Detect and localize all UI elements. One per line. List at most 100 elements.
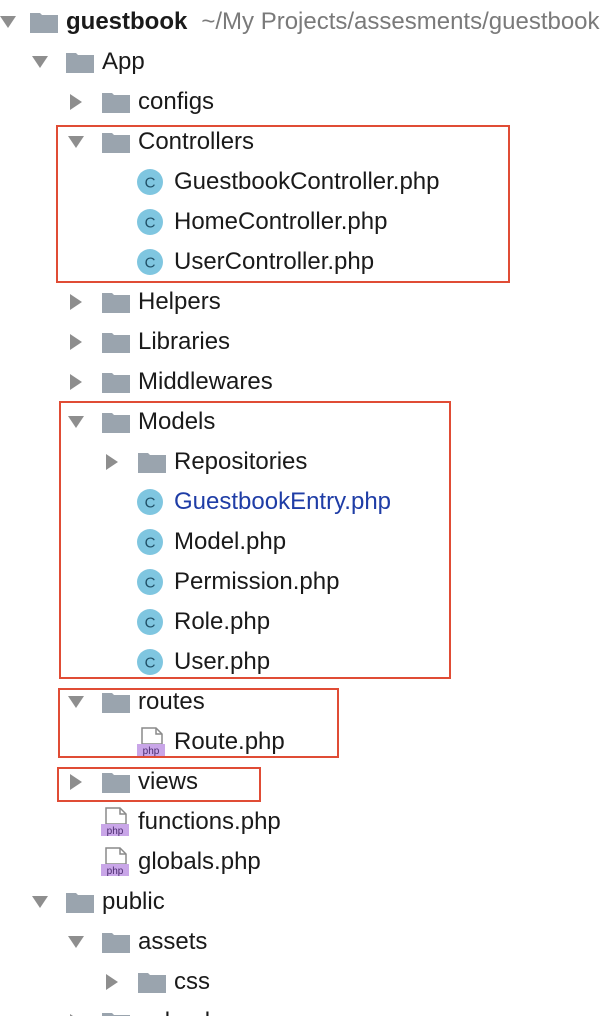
folder-icon (30, 2, 62, 42)
svg-text:C: C (145, 535, 156, 552)
folder-icon (102, 282, 134, 322)
folder-icon (138, 442, 170, 482)
tree-item-label: public (102, 888, 165, 915)
svg-text:C: C (145, 215, 156, 232)
tree-row-file[interactable]: C Permission.php (0, 562, 604, 602)
tree-row-folder[interactable]: App (0, 42, 604, 82)
tree-row-folder[interactable]: views (0, 762, 604, 802)
chevron-down-icon[interactable] (0, 2, 20, 42)
folder-icon (102, 122, 134, 162)
tree-item-label: User.php (174, 648, 271, 675)
tree-item-label: Models (138, 408, 216, 435)
chevron-right-icon[interactable] (100, 442, 124, 482)
tree-item-label: views (138, 768, 199, 795)
php-class-icon: C (136, 482, 168, 522)
svg-text:php: php (107, 866, 124, 877)
tree-item-label: UserController.php (174, 248, 375, 275)
php-file-icon: php (100, 842, 132, 882)
tree-item-label: Permission.php (174, 568, 340, 595)
tree-row-folder[interactable]: Models (0, 402, 604, 442)
project-tree: guestbook ~/My Projects/assesments/guestb… (0, 0, 604, 1016)
svg-text:C: C (145, 255, 156, 272)
svg-text:C: C (145, 495, 156, 512)
tree-row-file[interactable]: C Role.php (0, 602, 604, 642)
tree-row-folder[interactable]: uploads (0, 1002, 604, 1016)
folder-icon (102, 922, 134, 962)
tree-row-folder[interactable]: assets (0, 922, 604, 962)
svg-text:C: C (145, 175, 156, 192)
php-class-icon: C (136, 602, 168, 642)
tree-item-label: Role.php (174, 608, 271, 635)
svg-text:C: C (145, 575, 156, 592)
folder-icon (138, 962, 170, 1002)
tree-row-folder[interactable]: css (0, 962, 604, 1002)
chevron-right-icon[interactable] (64, 362, 88, 402)
chevron-down-icon[interactable] (64, 682, 88, 722)
tree-row-folder[interactable]: Helpers (0, 282, 604, 322)
tree-row-file[interactable]: C HomeController.php (0, 202, 604, 242)
tree-row-file[interactable]: C User.php (0, 642, 604, 682)
tree-item-label: css (174, 968, 210, 995)
php-class-icon: C (136, 642, 168, 682)
chevron-down-icon[interactable] (28, 42, 52, 82)
tree-row-file[interactable]: php Route.php (0, 722, 604, 762)
tree-item-label: HomeController.php (174, 208, 388, 235)
chevron-down-icon[interactable] (64, 922, 88, 962)
tree-row-folder[interactable]: Libraries (0, 322, 604, 362)
tree-row-file[interactable]: php functions.php (0, 802, 604, 842)
tree-item-label: Route.php (174, 728, 285, 755)
php-class-icon: C (136, 562, 168, 602)
chevron-right-icon[interactable] (64, 1002, 88, 1016)
tree-item-label: Controllers (138, 128, 255, 155)
folder-icon (102, 402, 134, 442)
tree-row-folder[interactable]: configs (0, 82, 604, 122)
chevron-right-icon[interactable] (100, 962, 124, 1002)
folder-icon (66, 42, 98, 82)
tree-item-label: configs (138, 88, 215, 115)
folder-icon (102, 82, 134, 122)
tree-row-file[interactable]: C UserController.php (0, 242, 604, 282)
project-name: guestbook ~/My Projects/assesments/guestb… (66, 8, 600, 35)
tree-item-label: App (102, 48, 145, 75)
php-class-icon: C (136, 242, 168, 282)
chevron-right-icon[interactable] (64, 282, 88, 322)
tree-item-label: GuestbookController.php (174, 168, 440, 195)
chevron-down-icon[interactable] (64, 402, 88, 442)
tree-item-label-modified: GuestbookEntry.php (174, 488, 392, 515)
tree-item-label: Libraries (138, 328, 231, 355)
php-class-icon: C (136, 162, 168, 202)
tree-item-label: Middlewares (138, 368, 273, 395)
tree-item-label: functions.php (138, 808, 281, 835)
chevron-right-icon[interactable] (64, 82, 88, 122)
tree-row-file[interactable]: C Model.php (0, 522, 604, 562)
tree-row-folder[interactable]: routes (0, 682, 604, 722)
tree-item-label: Helpers (138, 288, 221, 315)
tree-row-folder[interactable]: Repositories (0, 442, 604, 482)
tree-item-label: globals.php (138, 848, 261, 875)
tree-item-label: routes (138, 688, 205, 715)
tree-row-project-root[interactable]: guestbook ~/My Projects/assesments/guestb… (0, 2, 604, 42)
svg-text:php: php (143, 746, 160, 757)
tree-row-folder[interactable]: public (0, 882, 604, 922)
tree-row-folder[interactable]: Middlewares (0, 362, 604, 402)
tree-row-folder[interactable]: Controllers (0, 122, 604, 162)
svg-text:C: C (145, 615, 156, 632)
tree-item-label: Repositories (174, 448, 308, 475)
folder-icon (102, 1002, 134, 1016)
tree-item-label: Model.php (174, 528, 287, 555)
svg-text:C: C (145, 655, 156, 672)
php-class-icon: C (136, 522, 168, 562)
php-file-icon: php (100, 802, 132, 842)
chevron-right-icon[interactable] (64, 762, 88, 802)
chevron-down-icon[interactable] (64, 122, 88, 162)
tree-row-file[interactable]: C GuestbookEntry.php (0, 482, 604, 522)
php-file-icon: php (136, 722, 168, 762)
project-path: ~/My Projects/assesments/guestbook (201, 8, 600, 35)
chevron-down-icon[interactable] (28, 882, 52, 922)
folder-icon (102, 682, 134, 722)
tree-item-label: uploads (138, 1002, 222, 1016)
chevron-right-icon[interactable] (64, 322, 88, 362)
folder-icon (102, 762, 134, 802)
tree-row-file[interactable]: C GuestbookController.php (0, 162, 604, 202)
tree-row-file[interactable]: php globals.php (0, 842, 604, 882)
